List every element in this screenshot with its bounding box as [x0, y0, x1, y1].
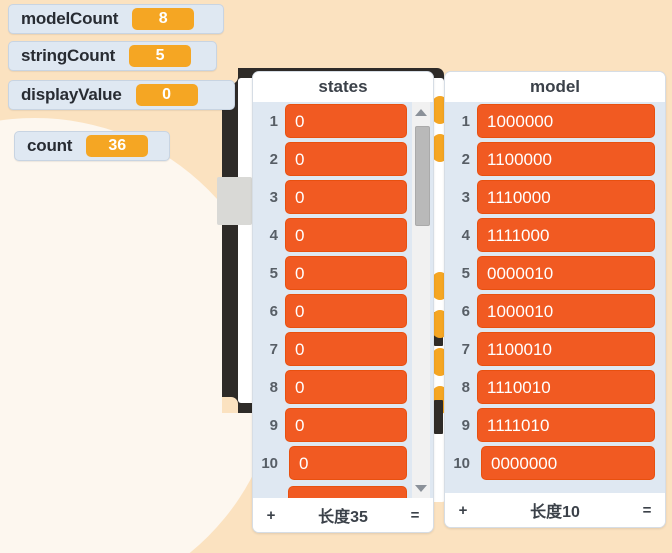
resize-handle[interactable]: =	[407, 507, 423, 524]
list-title-model: model	[445, 72, 665, 102]
row-value[interactable]: 0	[285, 142, 407, 176]
list-item[interactable]: 4 1111000	[445, 216, 665, 254]
script-block-corner-bottom-left	[222, 397, 238, 413]
row-value[interactable]: 0	[285, 180, 407, 214]
list-monitor-states[interactable]: states 1 0 2 0 3 0 4 0 5 0 6 0 7 0 8 0 9…	[252, 71, 434, 533]
variable-value-badge: 36	[86, 135, 149, 157]
row-index: 3	[269, 188, 278, 206]
list-item[interactable]: 8 1110010	[445, 368, 665, 406]
list-item[interactable]: 10 0	[253, 444, 433, 482]
list-length-label: 长度35	[318, 509, 368, 526]
list-item[interactable]: 8 0	[253, 368, 433, 406]
row-value[interactable]: 1100000	[477, 142, 655, 176]
row-index: 7	[269, 340, 278, 358]
script-block-notch	[217, 177, 252, 225]
row-index: 5	[461, 264, 470, 282]
variable-monitor-displayvalue[interactable]: displayValue 0	[8, 80, 235, 110]
variable-value-badge: 0	[135, 84, 198, 106]
list-item[interactable]: 6 0	[253, 292, 433, 330]
list-title-states: states	[253, 72, 433, 102]
list-item[interactable]: 2 0	[253, 140, 433, 178]
resize-handle[interactable]: =	[639, 502, 655, 519]
add-item-button[interactable]: +	[263, 507, 279, 524]
list-item[interactable]: 5 0000010	[445, 254, 665, 292]
row-index: 10	[261, 454, 278, 472]
row-index: 10	[453, 454, 470, 472]
row-index: 7	[461, 340, 470, 358]
list-item[interactable]: 10 0000000	[445, 444, 665, 482]
row-index: 9	[269, 416, 278, 434]
row-value[interactable]: 1110010	[477, 370, 655, 404]
scroll-thumb[interactable]	[415, 126, 430, 226]
list-item[interactable]: 1 1000000	[445, 102, 665, 140]
row-value[interactable]: 1110000	[477, 180, 655, 214]
list-item[interactable]: 3 1110000	[445, 178, 665, 216]
scroll-up-arrow-icon[interactable]	[412, 104, 430, 120]
occluded-list-marker	[434, 400, 443, 434]
row-index: 8	[461, 378, 470, 396]
row-value[interactable]: 0	[285, 332, 407, 366]
list-footer-states: + 长度35 =	[253, 498, 433, 532]
list-overflow-row	[288, 486, 407, 498]
row-index: 2	[461, 150, 470, 168]
row-index: 4	[461, 226, 470, 244]
list-monitor-model[interactable]: model 1 1000000 2 1100000 3 1110000 4 11…	[444, 71, 666, 528]
row-value[interactable]: 1000000	[477, 104, 655, 138]
variable-value-badge: 8	[132, 8, 195, 30]
list-item[interactable]: 9 1111010	[445, 406, 665, 444]
list-body-states[interactable]: 1 0 2 0 3 0 4 0 5 0 6 0 7 0 8 0 9 0 10 0	[253, 102, 433, 498]
list-item[interactable]: 7 0	[253, 330, 433, 368]
row-value[interactable]: 1111000	[477, 218, 655, 252]
list-body-model[interactable]: 1 1000000 2 1100000 3 1110000 4 1111000 …	[445, 102, 665, 493]
row-index: 2	[269, 150, 278, 168]
row-value[interactable]: 0000000	[481, 446, 655, 480]
variable-monitor-stringcount[interactable]: stringCount 5	[8, 41, 217, 71]
row-value[interactable]: 0	[285, 294, 407, 328]
row-index: 5	[269, 264, 278, 282]
row-index: 6	[461, 302, 470, 320]
list-scrollbar-states[interactable]	[412, 102, 430, 498]
variable-name-label: modelCount	[21, 9, 119, 28]
row-index: 4	[269, 226, 278, 244]
row-index: 9	[461, 416, 470, 434]
variable-name-label: stringCount	[21, 46, 116, 65]
variable-monitor-count[interactable]: count 36	[14, 131, 170, 161]
row-value[interactable]: 1111010	[477, 408, 655, 442]
row-value[interactable]: 1100010	[477, 332, 655, 366]
row-value[interactable]: 1000010	[477, 294, 655, 328]
list-item[interactable]: 4 0	[253, 216, 433, 254]
add-item-button[interactable]: +	[455, 502, 471, 519]
list-item[interactable]: 6 1000010	[445, 292, 665, 330]
row-index: 8	[269, 378, 278, 396]
row-index: 3	[461, 188, 470, 206]
list-footer-model: + 长度10 =	[445, 493, 665, 527]
row-value[interactable]: 0000010	[477, 256, 655, 290]
list-length-label: 长度10	[530, 504, 580, 521]
list-item[interactable]: 5 0	[253, 254, 433, 292]
row-index: 6	[269, 302, 278, 320]
list-item[interactable]: 1 0	[253, 102, 433, 140]
row-value[interactable]: 0	[285, 104, 407, 138]
variable-value-badge: 5	[129, 45, 192, 67]
row-value[interactable]: 0	[289, 446, 407, 480]
row-value[interactable]: 0	[285, 256, 407, 290]
row-value[interactable]: 0	[285, 218, 407, 252]
row-index: 1	[269, 112, 278, 130]
variable-name-label: displayValue	[21, 85, 122, 104]
list-item[interactable]: 9 0	[253, 406, 433, 444]
variable-name-label: count	[27, 136, 73, 155]
variable-monitor-modelcount[interactable]: modelCount 8	[8, 4, 224, 34]
list-item[interactable]: 7 1100010	[445, 330, 665, 368]
scroll-down-arrow-icon[interactable]	[412, 480, 430, 496]
list-item[interactable]: 3 0	[253, 178, 433, 216]
row-value[interactable]: 0	[285, 370, 407, 404]
row-index: 1	[461, 112, 470, 130]
list-item[interactable]: 2 1100000	[445, 140, 665, 178]
row-value[interactable]: 0	[285, 408, 407, 442]
